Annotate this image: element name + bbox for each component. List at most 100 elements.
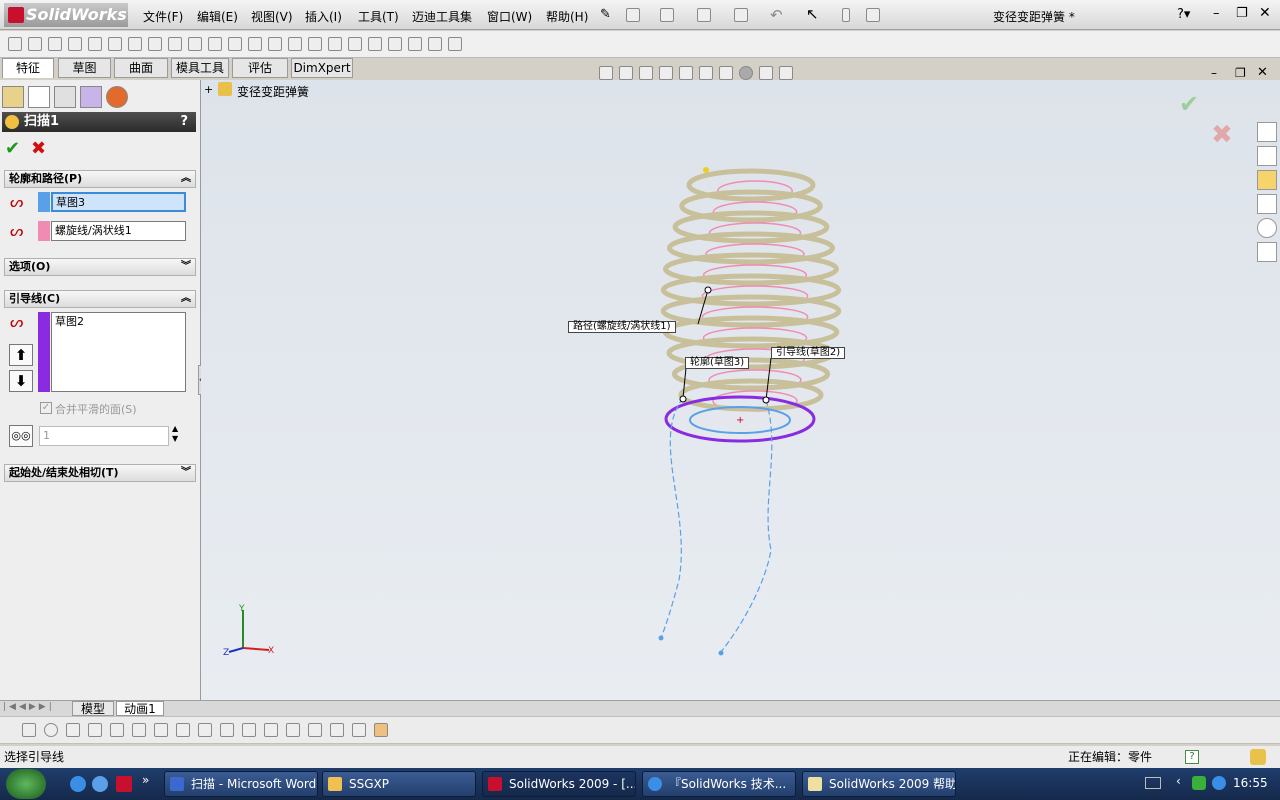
rebuild-icon[interactable] (842, 8, 850, 22)
menu-insert[interactable]: 插入(I) (305, 8, 342, 25)
curve-endpoint[interactable] (718, 650, 724, 656)
minimize-icon[interactable]: – (1213, 6, 1220, 21)
task-solidworks[interactable]: SolidWorks 2009 - [... (482, 771, 636, 797)
keyboard-icon[interactable] (1145, 777, 1161, 789)
dimxpert-manager-icon[interactable] (80, 86, 102, 108)
shell-icon[interactable] (228, 37, 242, 51)
menu-tools[interactable]: 工具(T) (358, 8, 399, 25)
base-icon[interactable] (352, 723, 366, 737)
dome-icon[interactable] (328, 37, 342, 51)
zoom-to-fit-icon[interactable] (599, 66, 613, 80)
path-field[interactable]: 螺旋线/涡状线1 (51, 221, 186, 241)
nut-icon[interactable] (176, 723, 190, 737)
display-manager-icon[interactable] (106, 86, 128, 108)
browser-icon[interactable] (92, 776, 108, 792)
frame-icon[interactable] (286, 723, 300, 737)
key-icon[interactable] (110, 723, 124, 737)
spring-tool-icon[interactable] (88, 723, 102, 737)
reference-geometry-icon[interactable] (408, 37, 422, 51)
menu-window[interactable]: 窗口(W) (487, 8, 532, 25)
split-line-icon[interactable] (388, 37, 402, 51)
print-icon[interactable] (734, 8, 748, 22)
extrude-cut-icon[interactable] (88, 37, 102, 51)
zoom-area-icon[interactable] (619, 66, 633, 80)
sweep-boss-icon[interactable] (48, 37, 62, 51)
coupling-icon[interactable] (308, 723, 322, 737)
tab-model[interactable]: 模型 (72, 701, 114, 716)
quicklaunch-expand-icon[interactable]: » (142, 773, 149, 787)
feature-manager-icon[interactable] (2, 86, 24, 108)
security-shield-icon[interactable] (1192, 776, 1206, 790)
ok-check-icon[interactable]: ✔ (5, 138, 20, 159)
revolve-boss-icon[interactable] (28, 37, 42, 51)
show-sections-button[interactable]: ◎◎ (9, 425, 33, 447)
task-forum[interactable]: 『SolidWorks 技术... (642, 771, 796, 797)
viewport-restore-icon[interactable]: ❐ (1235, 66, 1246, 80)
chamfer-icon[interactable] (188, 37, 202, 51)
fillet-icon[interactable] (168, 37, 182, 51)
guide-callout[interactable]: 引导线(草图2) (771, 347, 846, 359)
spin-arrows-icon[interactable]: ▲ ▼ (172, 424, 178, 444)
pierce-point[interactable] (762, 396, 770, 404)
profile-field[interactable]: 草图3 (51, 192, 186, 212)
solidworks-quick-icon[interactable] (116, 776, 132, 792)
ie-icon[interactable] (70, 776, 86, 792)
section-profile-path[interactable]: 轮廓和路径(P) ︽ (4, 170, 196, 188)
merge-smooth-checkbox[interactable]: ✓ (40, 402, 52, 414)
hole-wizard-icon[interactable] (368, 37, 382, 51)
graphics-area[interactable]: + 变径变距弹簧 – ❐ ✕ ✔ ✖ + 路径(螺旋线/涡状线1) 轮廓(草图3… (201, 65, 1280, 700)
menu-maidi-tools[interactable]: 迈迪工具集 (412, 8, 472, 25)
path-callout[interactable]: 路径(螺旋线/涡状线1) (568, 321, 676, 333)
draft-icon[interactable] (248, 37, 262, 51)
rib-icon[interactable] (208, 37, 222, 51)
rebuild-status-icon[interactable] (1250, 749, 1266, 765)
tab-mold-tools[interactable]: 模具工具 (171, 58, 229, 78)
menu-help[interactable]: 帮助(H) (546, 8, 588, 25)
section-tangency[interactable]: 起始处/结束处相切(T) ︾ (4, 464, 196, 482)
open-folder-icon[interactable] (660, 8, 674, 22)
link-icon[interactable] (330, 723, 344, 737)
help-question-icon[interactable]: ? (180, 112, 188, 132)
path-start-point[interactable] (703, 167, 709, 173)
linear-pattern-icon[interactable] (268, 37, 282, 51)
new-document-icon[interactable] (626, 8, 640, 22)
extrude-boss-icon[interactable] (8, 37, 22, 51)
tab-surfaces[interactable]: 曲面 (114, 58, 168, 78)
curve-endpoint[interactable] (658, 635, 664, 641)
section-count-field[interactable]: 1 (39, 426, 169, 446)
task-word[interactable]: 扫描 - Microsoft Word (164, 771, 318, 797)
section-guide-curves[interactable]: 引导线(C) ︽ (4, 290, 196, 308)
tab-features[interactable]: 特征 (2, 58, 54, 78)
view-orientation-icon[interactable] (679, 66, 693, 80)
task-help[interactable]: SolidWorks 2009 帮助 (802, 771, 956, 797)
bolt-icon[interactable] (154, 723, 168, 737)
start-button[interactable] (6, 769, 46, 799)
section-options[interactable]: 选项(O) ︾ (4, 258, 196, 276)
help-icon[interactable]: ?▾ (1177, 7, 1190, 22)
viewport-close-icon[interactable]: ✕ (1257, 65, 1268, 80)
revolve-cut-icon[interactable] (108, 37, 122, 51)
tray-expand-icon[interactable]: ‹ (1176, 774, 1181, 788)
move-down-button[interactable]: ⬇ (9, 370, 33, 392)
gear-tool-icon[interactable] (220, 723, 234, 737)
pin-icon[interactable]: ✎ (600, 7, 611, 22)
previous-view-icon[interactable] (639, 66, 653, 80)
options-icon[interactable] (866, 8, 880, 22)
solidworks-logo[interactable]: SolidWorks (4, 3, 128, 27)
washer-icon[interactable] (198, 723, 212, 737)
pin-tool-icon[interactable] (132, 723, 146, 737)
tab-scroll-arrows-icon[interactable]: |◀◀▶▶| (3, 702, 55, 712)
hide-show-icon[interactable] (719, 66, 733, 80)
flex-icon[interactable] (348, 37, 362, 51)
loft-cut-icon[interactable] (148, 37, 162, 51)
library-icon[interactable] (374, 723, 388, 737)
appearance-icon[interactable] (739, 66, 753, 80)
mirror-icon[interactable] (288, 37, 302, 51)
select-cursor-icon[interactable]: ↖ (806, 5, 819, 23)
pierce-point[interactable] (704, 286, 712, 294)
cancel-x-icon[interactable]: ✖ (31, 138, 46, 159)
quick-tips-icon[interactable]: ? (1185, 750, 1199, 764)
configuration-manager-icon[interactable] (54, 86, 76, 108)
section-view-icon[interactable] (659, 66, 673, 80)
property-manager-icon[interactable] (28, 86, 50, 108)
